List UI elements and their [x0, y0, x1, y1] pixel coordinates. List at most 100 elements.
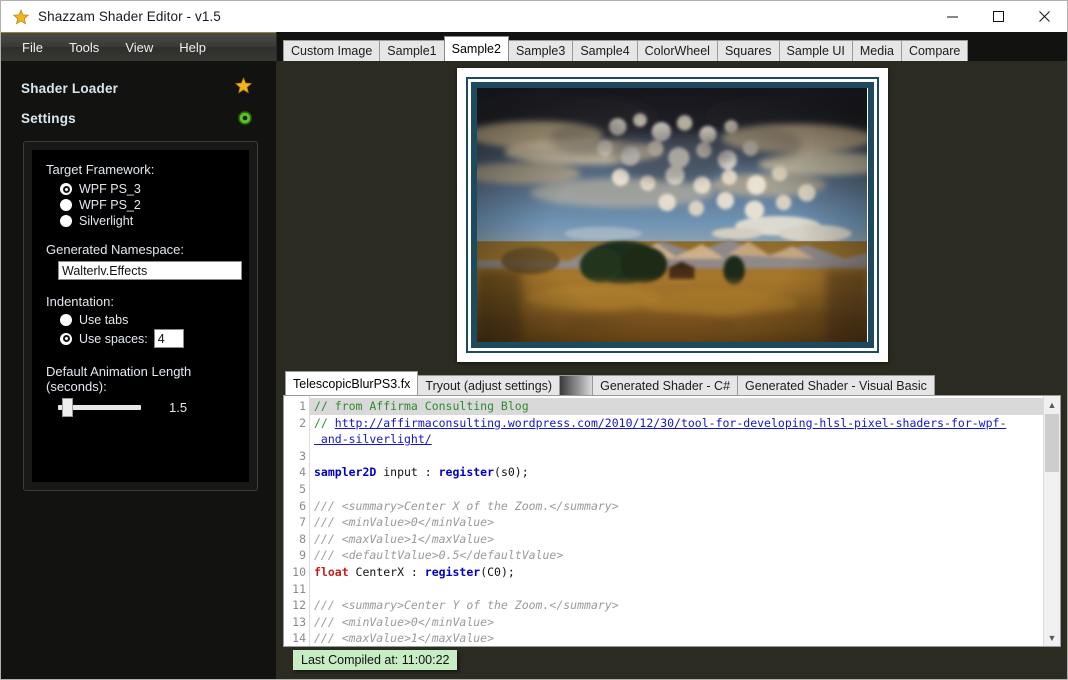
editor-tab-shader-file[interactable]: TelescopicBlurPS3.fx	[285, 371, 419, 395]
radio-label: WPF PS_3	[79, 182, 141, 196]
radio-use-spaces[interactable]: Use spaces: 4	[60, 329, 235, 348]
sidebar-item-settings[interactable]: Settings	[1, 103, 276, 133]
animation-length-value: 1.5	[169, 400, 188, 415]
code-token: /// <minValue>0</minValue>	[314, 515, 495, 530]
radio-label: Use spaces:	[79, 331, 148, 346]
line-number: 4	[299, 465, 306, 480]
code-token: (C0);	[480, 564, 515, 579]
line-number: 10	[292, 564, 306, 579]
code-line: // http://affirmaconsulting.wordpress.co…	[310, 415, 1043, 432]
maximize-button[interactable]	[975, 2, 1021, 32]
namespace-input[interactable]: Walterlv.Effects	[58, 261, 242, 280]
editor-wrapper: TelescopicBlurPS3.fx Tryout (adjust sett…	[277, 370, 1067, 679]
code-link[interactable]: http://affirmaconsulting.wordpress.com/2…	[335, 416, 1007, 430]
code-token: CenterX :	[348, 564, 425, 579]
slider-thumb[interactable]	[62, 398, 73, 417]
code-token: /// <minValue>0</minValue>	[314, 614, 495, 629]
line-number: 5	[299, 481, 306, 496]
settings-content: Target Framework: WPF PS_3 WPF PS_2 Silv…	[32, 150, 249, 482]
code-content[interactable]: // from Affirma Consulting Blog // http:/…	[310, 396, 1043, 646]
gradient-swatch-icon[interactable]	[559, 375, 594, 395]
code-link[interactable]: and-silverlight/	[314, 432, 432, 446]
close-button[interactable]	[1021, 2, 1067, 32]
code-token: /// <summary>Center Y of the Zoom.</summ…	[314, 598, 619, 613]
animation-length-slider[interactable]	[58, 398, 141, 417]
shader-loader-label: Shader Loader	[21, 80, 119, 96]
sidebar-item-shader-loader[interactable]: Shader Loader	[1, 73, 276, 103]
menu-item-file[interactable]: File	[9, 37, 56, 58]
radio-icon	[60, 183, 72, 195]
editor-vertical-scrollbar[interactable]: ▲ ▼	[1043, 396, 1060, 646]
target-framework-label: Target Framework:	[46, 162, 155, 177]
code-line: /// <defaultValue>0.5</defaultValue>	[310, 547, 1043, 564]
tab-compare[interactable]: Compare	[900, 40, 969, 61]
settings-card: Target Framework: WPF PS_3 WPF PS_2 Silv…	[23, 141, 258, 491]
editor-tab-generated-vb[interactable]: Generated Shader - Visual Basic	[737, 375, 935, 395]
scrollbar-thumb[interactable]	[1045, 414, 1059, 472]
code-editor[interactable]: 1 2 3 4 5 6 7 8 9 10 11 12 13 14 // from…	[283, 395, 1061, 647]
preview-area	[277, 61, 1067, 370]
editor-tab-generated-csharp[interactable]: Generated Shader - C#	[592, 375, 739, 395]
menu-item-view[interactable]: View	[112, 37, 166, 58]
line-number-gutter: 1 2 3 4 5 6 7 8 9 10 11 12 13 14	[284, 396, 310, 646]
status-bar: Last Compiled at: 11:00:22	[283, 647, 1061, 673]
code-token: float	[314, 564, 349, 579]
code-line: and-silverlight/	[310, 431, 1043, 448]
photo-inner-border	[465, 76, 879, 353]
app-star-icon	[13, 8, 29, 25]
code-token: /// <maxValue>1</maxValue>	[314, 531, 495, 546]
code-token: /// <summary>Center X of the Zoom.</summ…	[314, 498, 619, 513]
minimize-button[interactable]	[929, 2, 975, 32]
line-number: 8	[299, 531, 306, 546]
animation-length-row: 1.5	[58, 398, 235, 417]
radio-icon	[60, 332, 72, 345]
line-number: 3	[299, 448, 306, 463]
scroll-up-icon[interactable]: ▲	[1044, 396, 1060, 413]
tab-sample1[interactable]: Sample1	[379, 40, 445, 61]
tab-sample2[interactable]: Sample2	[443, 36, 509, 61]
indent-spaces-input[interactable]: 4	[153, 329, 184, 348]
namespace-label: Generated Namespace:	[46, 242, 185, 257]
code-line: /// <summary>Center X of the Zoom.</summ…	[310, 498, 1043, 515]
settings-label: Settings	[21, 110, 76, 126]
tab-colorwheel[interactable]: ColorWheel	[636, 40, 718, 61]
radio-label: WPF PS_2	[79, 198, 141, 212]
menu-item-tools[interactable]: Tools	[56, 37, 112, 58]
tab-sample3[interactable]: Sample3	[507, 40, 574, 61]
indentation-label: Indentation:	[46, 294, 114, 309]
preview-image[interactable]	[476, 87, 868, 346]
radio-silverlight[interactable]: Silverlight	[60, 214, 235, 228]
sidebar-panel: Shader Loader Settings Target Framework:	[1, 61, 276, 679]
tab-media[interactable]: Media	[851, 40, 902, 61]
tab-custom-image[interactable]: Custom Image	[283, 40, 381, 61]
code-line: /// <maxValue>1</maxValue>	[310, 630, 1043, 646]
code-line: /// <summary>Center Y of the Zoom.</summ…	[310, 597, 1043, 614]
window-body: File Tools View Help Shader Loader Setti…	[1, 32, 1067, 679]
photo-mat	[456, 67, 888, 362]
target-icon	[238, 111, 252, 125]
tab-sample4[interactable]: Sample4	[572, 40, 638, 61]
code-line: sampler2D input : register(s0);	[310, 464, 1043, 481]
line-number: 2	[299, 415, 306, 430]
radio-wpf-ps2[interactable]: WPF PS_2	[60, 198, 235, 212]
code-line: /// <maxValue>1</maxValue>	[310, 531, 1043, 548]
menu-bar: File Tools View Help	[1, 32, 276, 61]
tab-squares[interactable]: Squares	[716, 40, 780, 61]
status-badge: Last Compiled at: 11:00:22	[293, 650, 458, 670]
menu-item-help[interactable]: Help	[166, 37, 219, 58]
line-number: 12	[292, 598, 306, 613]
code-token: //	[314, 415, 335, 430]
radio-use-tabs[interactable]: Use tabs	[60, 313, 235, 327]
animation-length-label: Default Animation Length (seconds):	[46, 364, 192, 394]
window-title: Shazzam Shader Editor - v1.5	[38, 9, 221, 24]
tab-sample-ui[interactable]: Sample UI	[778, 40, 853, 61]
editor-tab-tryout[interactable]: Tryout (adjust settings)	[417, 375, 561, 395]
code-token: sampler2D	[314, 465, 377, 480]
left-column: File Tools View Help Shader Loader Setti…	[1, 32, 277, 679]
radio-wpf-ps3[interactable]: WPF PS_3	[60, 182, 235, 196]
preview-tab-strip: Custom Image Sample1 Sample2 Sample3 Sam…	[277, 32, 1067, 61]
scroll-down-icon[interactable]: ▼	[1044, 629, 1060, 646]
code-token: register	[424, 564, 481, 579]
code-line: /// <minValue>0</minValue>	[310, 614, 1043, 631]
